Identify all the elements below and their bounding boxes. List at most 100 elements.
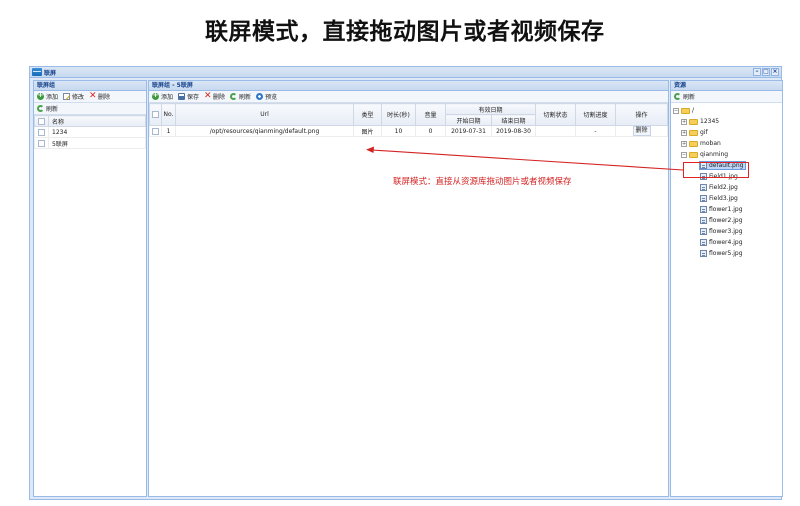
linked-screen-window: 联屏 – □ × 联屏组 添加 修改 ✕删除 刷新 名称 1234 <box>29 66 783 500</box>
page-heading: 联屏模式，直接拖动图片或者视频保存 <box>205 19 605 45</box>
edit-icon <box>63 93 71 100</box>
column-start-date-header: 开始日期 <box>445 114 492 126</box>
playlist-save-button[interactable]: 保存 <box>178 92 199 101</box>
playlist-add-button[interactable]: 添加 <box>152 91 173 101</box>
delete-icon: ✕ <box>204 91 212 101</box>
column-end-date-header: 结束日期 <box>490 114 537 126</box>
group-table: 名称 1234 5联屏 <box>34 115 146 149</box>
folder-open-icon <box>689 151 698 158</box>
column-url-header: Url <box>175 103 354 126</box>
playlist-panel-title: 联屏组 - 5联屏 <box>149 81 668 91</box>
row-duration-cell[interactable]: 10 <box>381 125 416 137</box>
group-refresh-button[interactable]: 刷新 <box>37 104 58 113</box>
image-file-icon <box>700 228 707 235</box>
close-button[interactable]: × <box>771 68 779 76</box>
delete-icon: ✕ <box>89 91 97 101</box>
image-file-icon <box>700 239 707 246</box>
row-checkbox[interactable] <box>38 139 45 147</box>
tree-node-root[interactable]: − / <box>673 105 782 116</box>
annotation-text: 联屏模式：直接从资源库拖动图片或者视频保存 <box>393 177 572 187</box>
minimize-button[interactable]: – <box>753 68 761 76</box>
folder-icon <box>681 107 690 114</box>
collapse-toggle-icon[interactable]: − <box>673 107 679 114</box>
refresh-icon <box>230 93 238 100</box>
column-name-header: 名称 <box>48 115 146 127</box>
row-delete-button[interactable]: 删除 <box>632 126 651 136</box>
playlist-preview-button[interactable]: 预览 <box>256 92 277 101</box>
expand-toggle-icon[interactable]: + <box>681 118 687 125</box>
playlist-refresh-button[interactable]: 刷新 <box>230 92 251 101</box>
tree-node-file[interactable]: Field3.jpg <box>673 193 782 204</box>
image-file-icon <box>700 206 707 213</box>
expand-toggle-icon[interactable]: + <box>681 129 687 136</box>
resource-refresh-button[interactable]: 刷新 <box>674 92 695 101</box>
folder-icon <box>689 118 698 125</box>
group-panel-title: 联屏组 <box>34 81 146 91</box>
group-toolbar: 添加 修改 ✕删除 <box>34 91 146 103</box>
column-operation-header: 操作 <box>615 103 669 126</box>
table-row[interactable]: 1 /opt/resources/qianming/default.png 图片… <box>149 125 669 137</box>
column-type-header: 类型 <box>353 103 382 126</box>
resource-panel-title: 资源 <box>671 81 782 91</box>
image-file-icon <box>700 217 707 224</box>
tree-node-file[interactable]: flower1.jpg <box>673 204 782 215</box>
resource-panel: 资源 刷新 − / + 12345 + gif + moban − qianmi… <box>670 80 783 497</box>
tree-node-folder[interactable]: + gif <box>673 127 782 138</box>
row-checkbox[interactable] <box>38 128 45 136</box>
tree-node-file[interactable]: flower5.jpg <box>673 248 782 259</box>
tree-node-file[interactable]: Field2.jpg <box>673 182 782 193</box>
collapse-toggle-icon[interactable]: − <box>681 151 687 158</box>
tree-node-folder[interactable]: + 12345 <box>673 116 782 127</box>
column-valid-date-header: 有效日期 <box>444 103 537 115</box>
app-logo-icon <box>32 68 42 76</box>
refresh-icon <box>37 105 44 112</box>
add-icon <box>37 91 44 100</box>
table-row[interactable]: 1234 <box>34 126 146 138</box>
tree-node-file[interactable]: flower2.jpg <box>673 215 782 226</box>
resource-toolbar: 刷新 <box>671 91 782 103</box>
row-start-date-cell[interactable]: 2019-07-31 <box>445 125 492 137</box>
tree-node-folder[interactable]: − qianming <box>673 149 782 160</box>
table-row[interactable]: 5联屏 <box>34 137 146 149</box>
tree-node-file[interactable]: flower4.jpg <box>673 237 782 248</box>
window-titlebar: 联屏 – □ × <box>30 67 781 78</box>
playlist-delete-button[interactable]: ✕ 删除 <box>204 91 225 102</box>
image-file-icon <box>700 250 707 257</box>
row-type-cell: 图片 <box>353 125 382 137</box>
group-delete-button[interactable]: ✕ 删除 <box>89 91 110 102</box>
playlist-toolbar: 添加 保存 ✕删除 刷新 预览 <box>149 91 668 103</box>
row-end-date-cell[interactable]: 2019-08-30 <box>490 125 537 137</box>
column-switch-status-header: 切割状态 <box>535 103 577 126</box>
drag-source-highlight <box>683 162 749 178</box>
save-icon <box>178 93 186 100</box>
refresh-icon <box>674 93 681 100</box>
image-file-icon <box>700 184 707 191</box>
row-volume-cell[interactable]: 0 <box>415 125 446 137</box>
row-switch-status-cell <box>535 125 577 137</box>
image-file-icon <box>700 195 707 202</box>
maximize-button[interactable]: □ <box>762 68 770 76</box>
playlist-panel: 联屏组 - 5联屏 添加 保存 ✕删除 刷新 预览 No. Url 类型 时长(… <box>148 80 669 497</box>
select-all-checkbox[interactable] <box>38 117 45 125</box>
group-add-button[interactable]: 添加 <box>37 91 58 101</box>
row-switch-progress-cell: - <box>575 125 617 137</box>
group-name-cell: 5联屏 <box>48 137 146 149</box>
tree-node-folder[interactable]: + moban <box>673 138 782 149</box>
select-all-checkbox[interactable] <box>152 111 159 118</box>
group-edit-button[interactable]: 修改 <box>63 92 84 101</box>
window-title: 联屏 <box>44 69 57 77</box>
row-url-cell: /opt/resources/qianming/default.png <box>175 125 354 137</box>
row-no-cell: 1 <box>161 125 176 137</box>
column-switch-progress-header: 切割进度 <box>575 103 617 126</box>
playlist-table: No. Url 类型 时长(秒) 音量 有效日期 切割状态 切割进度 操作 开始… <box>149 103 669 137</box>
tree-node-file[interactable]: flower3.jpg <box>673 226 782 237</box>
folder-icon <box>689 129 698 136</box>
add-icon <box>152 91 159 100</box>
expand-toggle-icon[interactable]: + <box>681 140 687 147</box>
column-volume-header: 音量 <box>415 103 446 126</box>
group-name-cell: 1234 <box>48 126 146 138</box>
row-checkbox[interactable] <box>152 127 159 135</box>
preview-icon <box>256 93 264 100</box>
resource-tree: − / + 12345 + gif + moban − qianming def… <box>671 103 782 259</box>
group-toolbar-2: 刷新 <box>34 103 146 115</box>
